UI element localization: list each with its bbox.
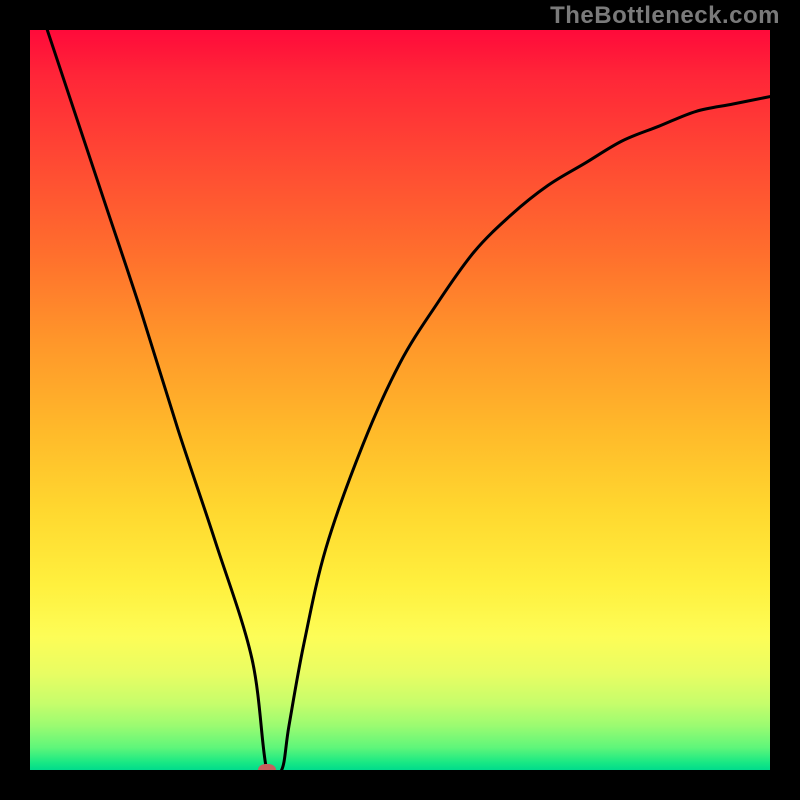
watermark-label: TheBottleneck.com xyxy=(550,2,780,30)
chart-frame: TheBottleneck.com xyxy=(0,0,800,800)
plot-area xyxy=(30,30,770,770)
bottleneck-curve xyxy=(30,30,770,770)
minimum-marker xyxy=(258,764,276,770)
